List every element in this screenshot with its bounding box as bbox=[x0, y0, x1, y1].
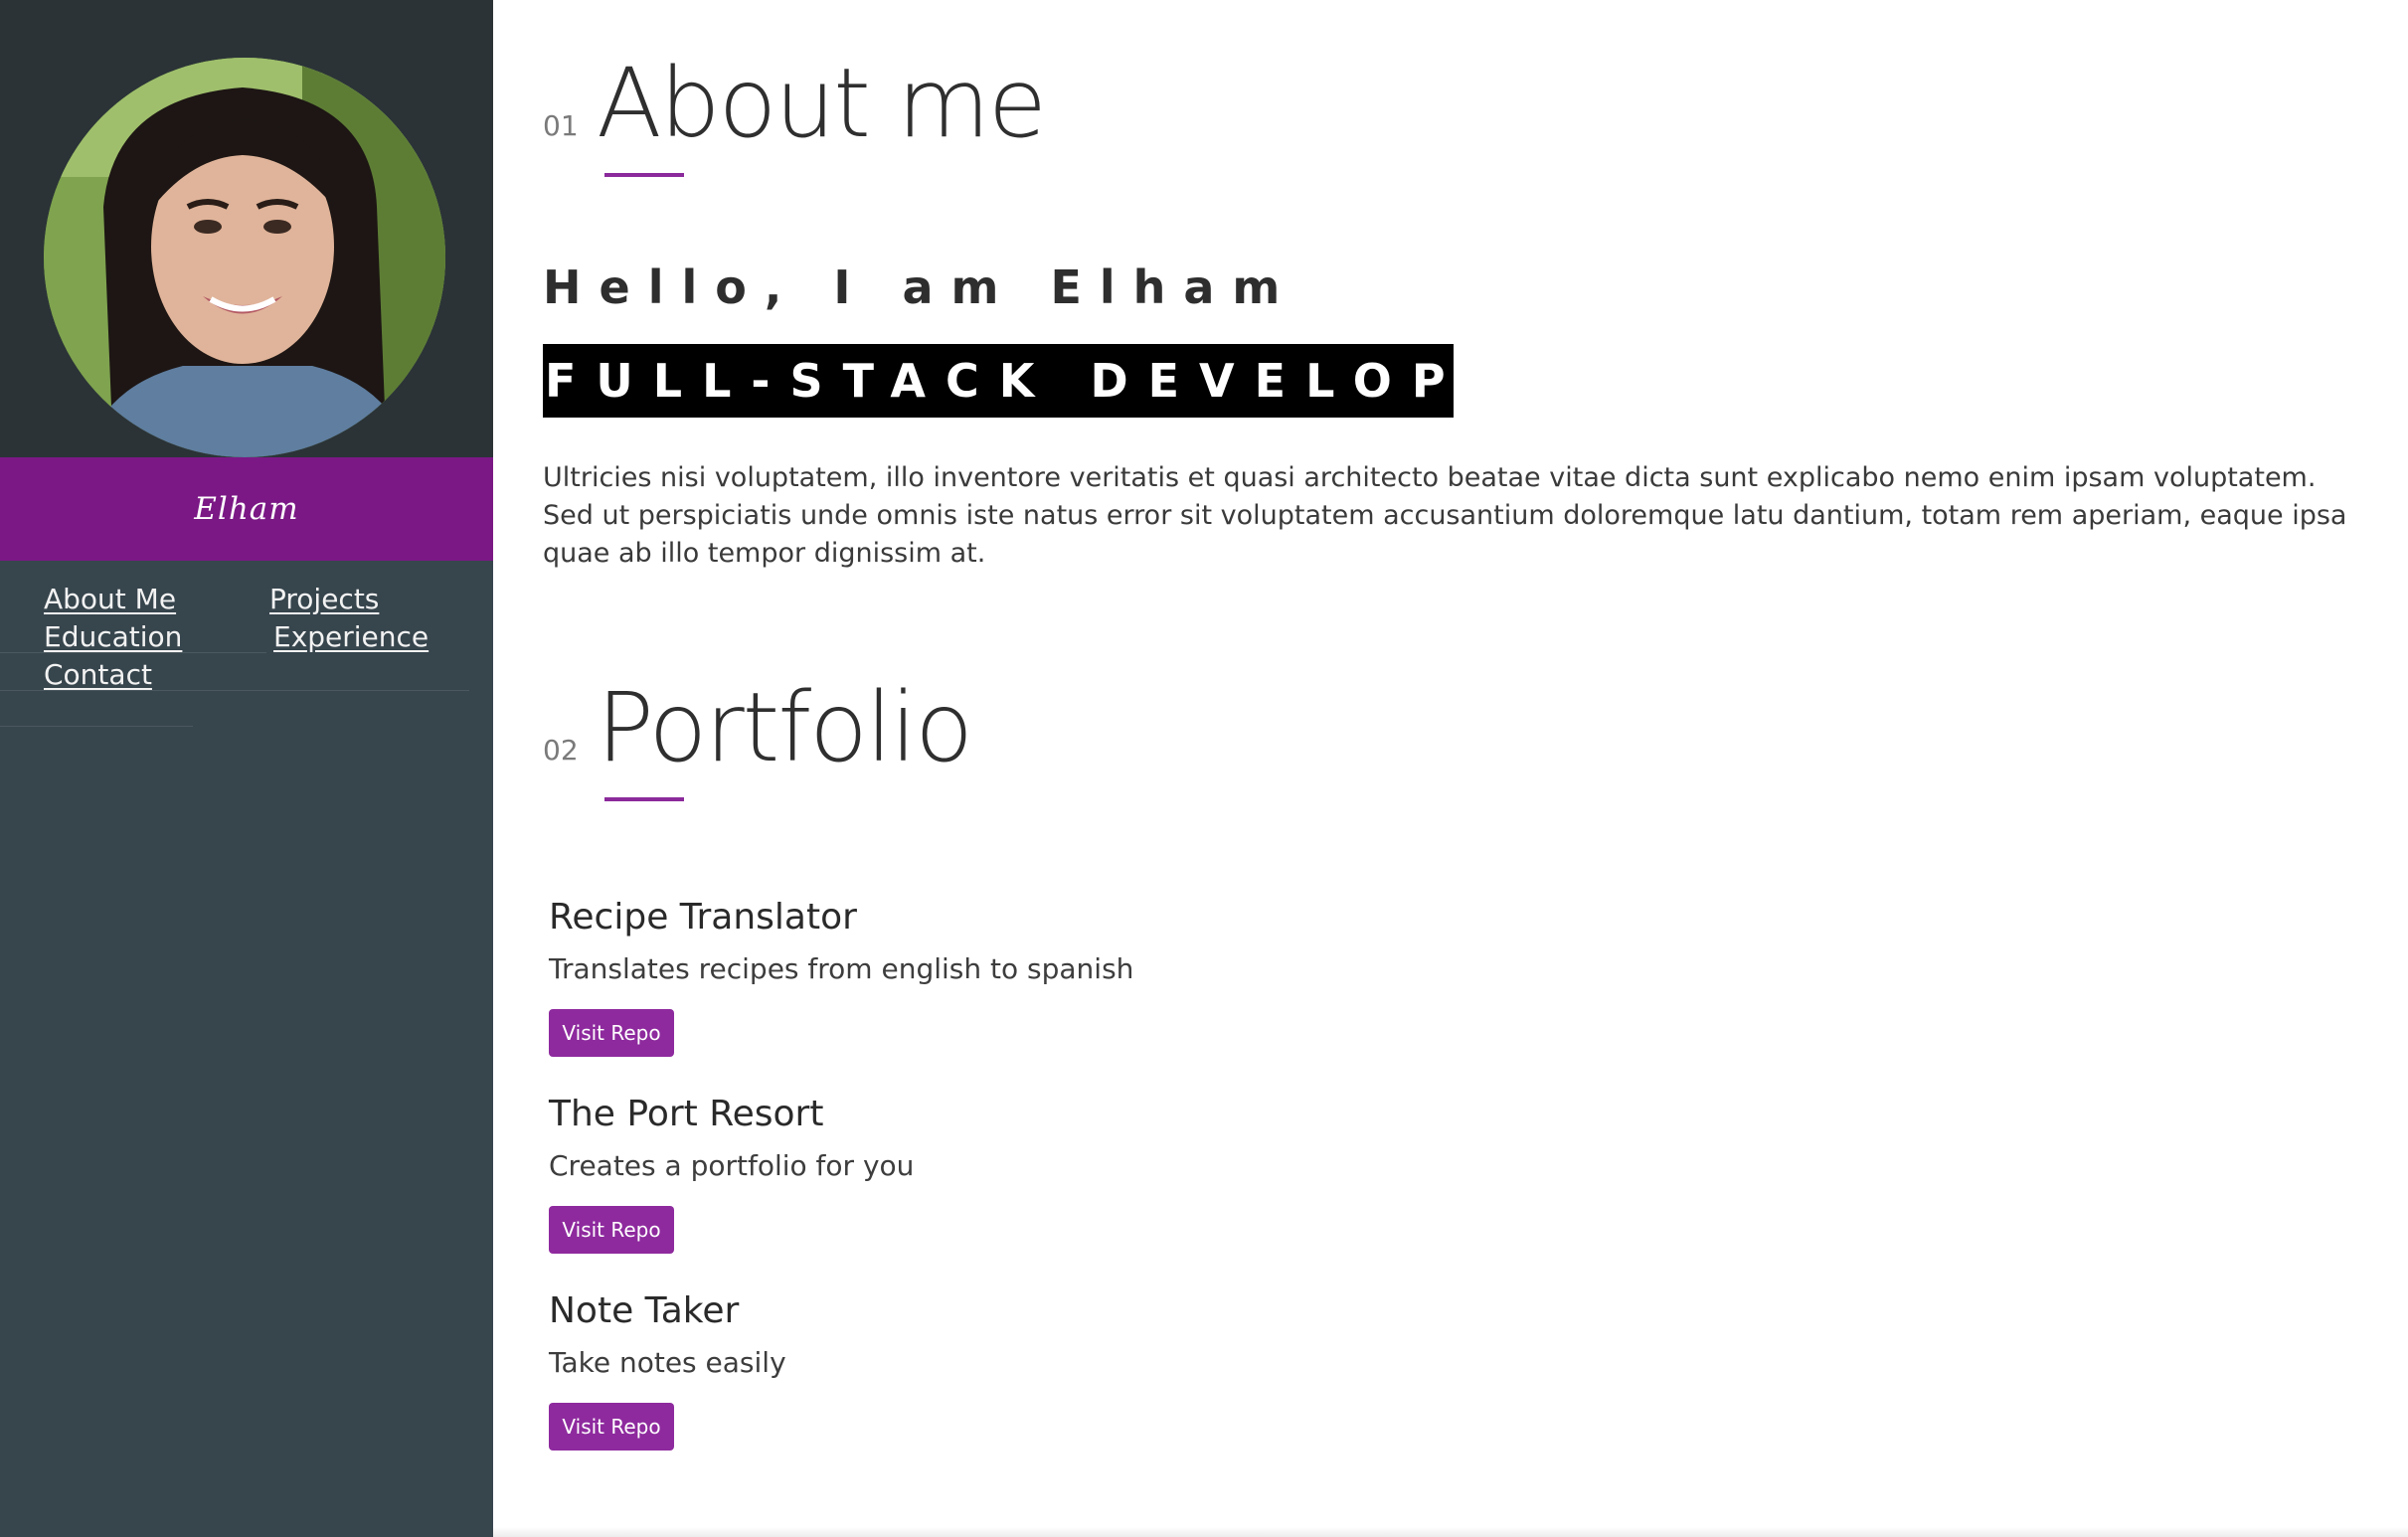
portfolio-section-number: 02 bbox=[543, 734, 579, 767]
project-title: The Port Resort bbox=[549, 1094, 824, 1134]
visit-repo-button[interactable]: Visit Repo bbox=[549, 1403, 674, 1451]
about-section-number: 01 bbox=[543, 109, 579, 142]
bio-paragraph: Ultricies nisi voluptatem, illo inventor… bbox=[543, 462, 2347, 569]
project-title: Note Taker bbox=[549, 1290, 740, 1331]
project-description: Creates a portfolio for you bbox=[549, 1149, 915, 1182]
nav-contact-link[interactable]: Contact bbox=[44, 658, 152, 691]
portfolio-title-underline bbox=[604, 797, 684, 801]
visit-repo-button[interactable]: Visit Repo bbox=[549, 1206, 674, 1254]
portfolio-section-title: Portfolio bbox=[597, 672, 973, 783]
project-description: Take notes easily bbox=[549, 1346, 786, 1379]
greeting-heading: Hello, I am Elham bbox=[543, 260, 1298, 314]
nav-divider bbox=[0, 726, 193, 727]
about-section-title: About me bbox=[597, 48, 1047, 159]
role-banner: FULL-STACK DEVELOPER bbox=[543, 344, 1454, 418]
nav-education-link[interactable]: Education bbox=[44, 620, 182, 653]
nav-experience-link[interactable]: Experience bbox=[273, 620, 429, 653]
avatar bbox=[44, 58, 445, 457]
project-title: Recipe Translator bbox=[549, 897, 857, 938]
main-content: 01 About me Hello, I am Elham FULL-STACK… bbox=[493, 0, 2408, 1537]
visit-repo-button[interactable]: Visit Repo bbox=[549, 1009, 674, 1057]
nav-about-me-link[interactable]: About Me bbox=[44, 583, 176, 615]
site-name: Elham bbox=[0, 457, 493, 561]
nav-divider bbox=[0, 690, 469, 691]
nav-projects-link[interactable]: Projects bbox=[269, 583, 379, 615]
page-bottom-edge bbox=[493, 1527, 2408, 1537]
sidebar: Elham About Me Projects Education Experi… bbox=[0, 0, 493, 1537]
project-description: Translates recipes from english to spani… bbox=[549, 952, 1134, 985]
profile-photo-area bbox=[0, 0, 493, 457]
about-title-underline bbox=[604, 173, 684, 177]
nav-divider bbox=[0, 652, 266, 653]
